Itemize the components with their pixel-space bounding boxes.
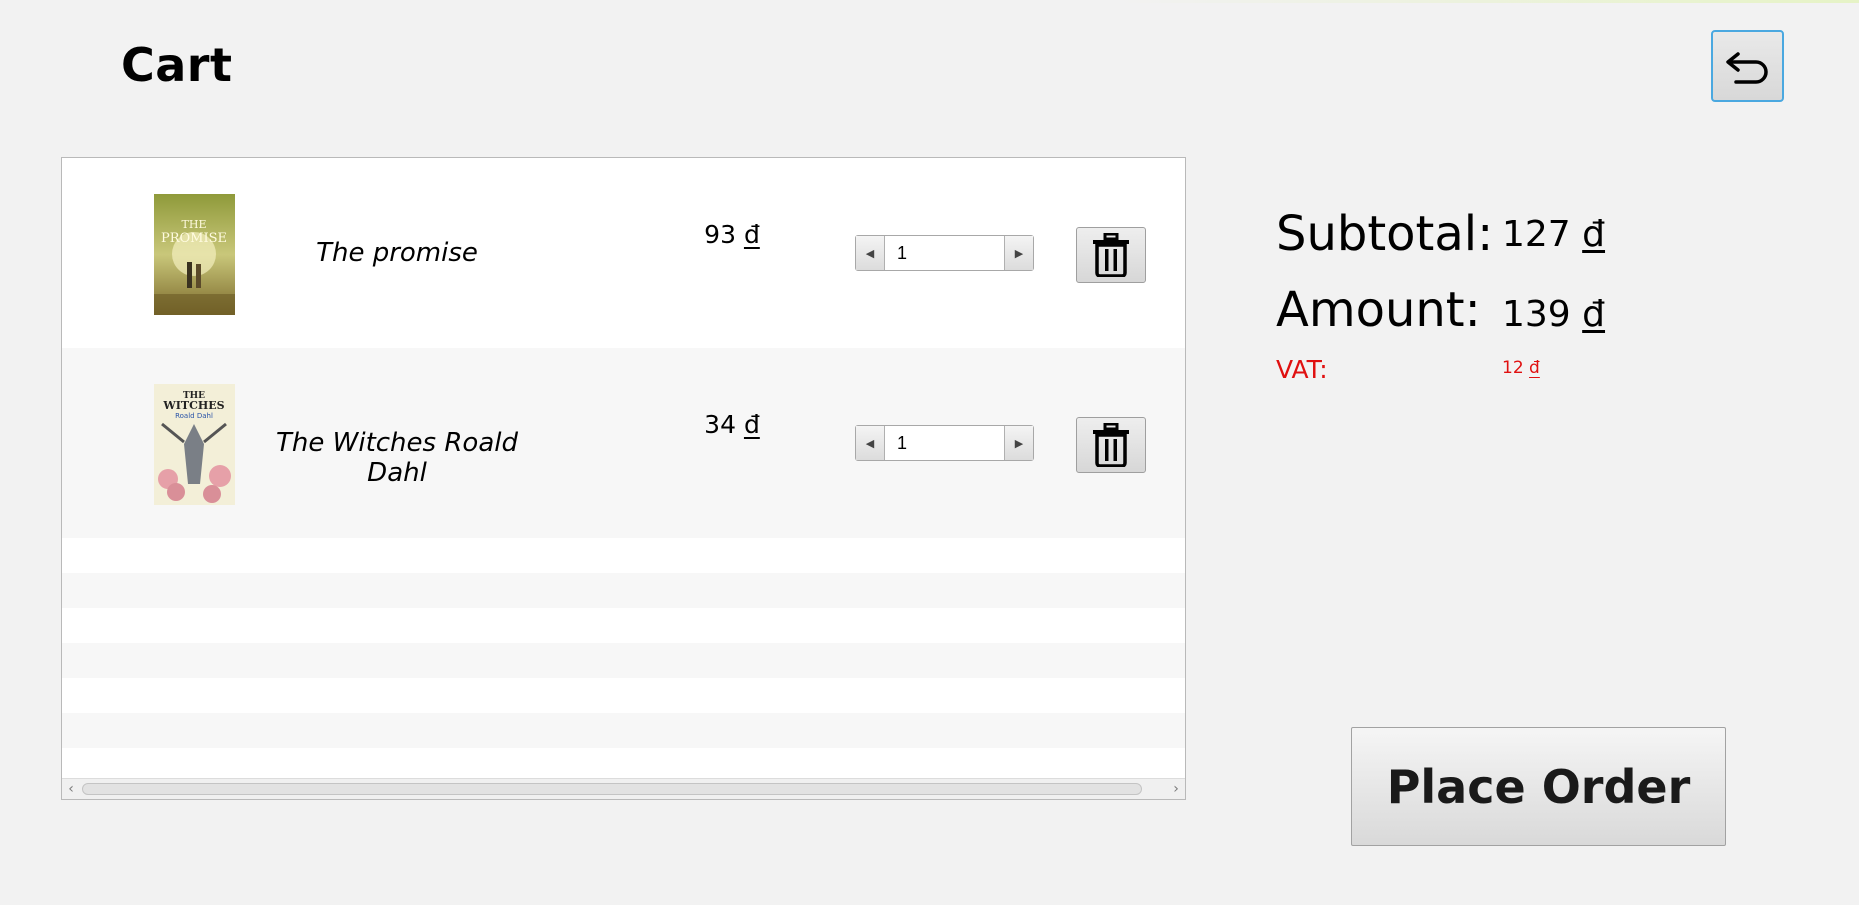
empty-row — [62, 538, 1185, 573]
triangle-left-icon: ◀ — [865, 246, 875, 260]
triangle-left-icon: ◀ — [865, 436, 875, 450]
scroll-right-icon[interactable]: › — [1167, 779, 1185, 799]
cart-item-row: THE WITCHES Roald Dahl The Witches Roald… — [62, 348, 1185, 538]
horizontal-scrollbar[interactable]: ‹ › — [62, 778, 1185, 799]
back-button[interactable] — [1711, 30, 1784, 102]
scrollbar-thumb[interactable] — [82, 783, 1142, 795]
empty-row — [62, 573, 1185, 608]
empty-row — [62, 643, 1185, 678]
book-title: The promise — [316, 238, 478, 268]
delete-item-button[interactable] — [1076, 417, 1146, 473]
delete-item-button[interactable] — [1076, 227, 1146, 283]
empty-row — [62, 713, 1185, 748]
vat-value: 12 đ — [1502, 358, 1540, 378]
cart-item-row: THE PROMISE The promise 93 đ ◀ 1 ▶ — [62, 158, 1185, 348]
page-title: Cart — [121, 38, 233, 92]
increment-button[interactable]: ▶ — [1004, 426, 1033, 460]
place-order-button[interactable]: Place Order — [1351, 727, 1726, 846]
trash-icon — [1093, 233, 1129, 277]
triangle-right-icon: ▶ — [1014, 246, 1024, 260]
empty-row — [62, 608, 1185, 643]
trash-icon — [1093, 423, 1129, 467]
cover-text: WITCHES — [162, 399, 224, 412]
quantity-stepper[interactable]: ◀ 1 ▶ — [855, 425, 1034, 461]
quantity-value[interactable]: 1 — [885, 236, 1004, 270]
triangle-right-icon: ▶ — [1014, 436, 1024, 450]
increment-button[interactable]: ▶ — [1004, 236, 1033, 270]
svg-text:Roald Dahl: Roald Dahl — [175, 412, 213, 420]
decrement-button[interactable]: ◀ — [856, 236, 885, 270]
undo-arrow-icon — [1725, 52, 1768, 84]
book-cover-image: THE WITCHES Roald Dahl — [154, 384, 235, 505]
book-cover-image: THE PROMISE — [154, 194, 235, 315]
item-price: 34 đ — [704, 410, 760, 439]
scroll-left-icon[interactable]: ‹ — [62, 779, 80, 799]
item-price: 93 đ — [704, 220, 760, 249]
amount-label: Amount: — [1276, 282, 1481, 338]
amount-value: 139 đ — [1502, 294, 1606, 335]
decrement-button[interactable]: ◀ — [856, 426, 885, 460]
quantity-stepper[interactable]: ◀ 1 ▶ — [855, 235, 1034, 271]
book-title: The Witches Roald Dahl — [276, 428, 518, 488]
subtotal-value: 127 đ — [1502, 214, 1606, 255]
cover-text: THE — [182, 218, 207, 231]
svg-text:PROMISE: PROMISE — [161, 231, 227, 246]
cart-list[interactable]: THE PROMISE The promise 93 đ ◀ 1 ▶ THE W… — [61, 157, 1186, 800]
vat-label: VAT: — [1276, 355, 1328, 384]
empty-row — [62, 678, 1185, 713]
window-top-edge — [0, 0, 1859, 3]
quantity-value[interactable]: 1 — [885, 426, 1004, 460]
subtotal-label: Subtotal: — [1276, 206, 1494, 262]
